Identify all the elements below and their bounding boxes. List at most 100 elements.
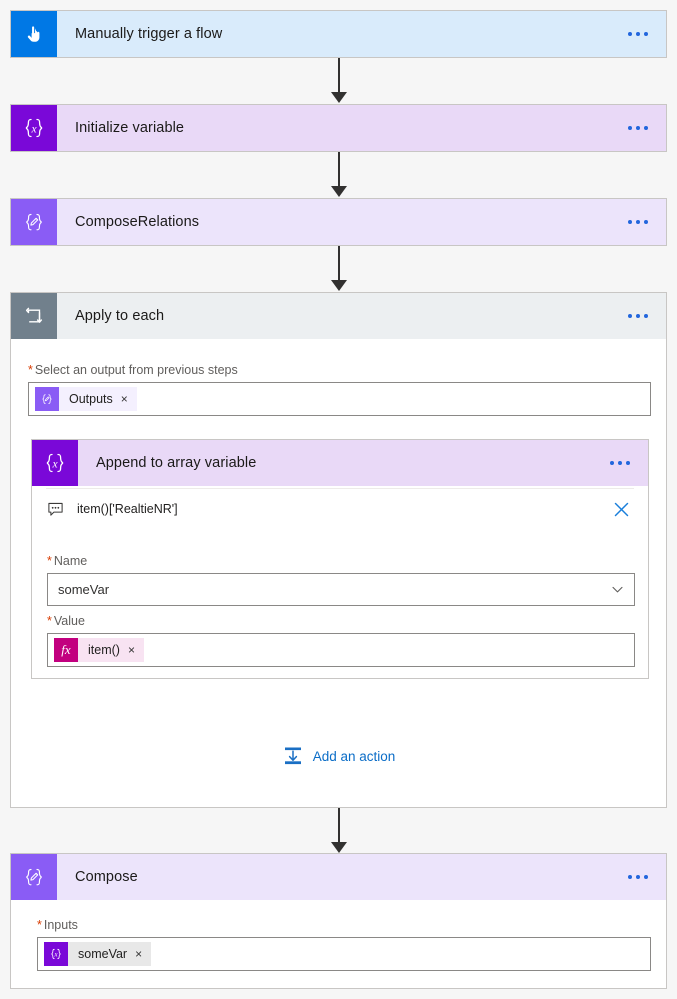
flow-designer-canvas: Manually trigger a flow x Initialize var…	[0, 0, 677, 999]
menu-dot	[644, 875, 648, 879]
token-somevar[interactable]: x someVar ×	[44, 942, 152, 966]
required-marker: *	[37, 918, 42, 932]
menu-dot	[610, 461, 614, 465]
flow-step-compose[interactable]: Compose * Inputs x someVar ×	[10, 853, 667, 989]
card-header[interactable]: Manually trigger a flow	[11, 11, 666, 57]
menu-dot	[636, 220, 640, 224]
token-label: Outputs	[69, 392, 113, 406]
menu-dot	[628, 126, 632, 130]
inputs-input[interactable]: x someVar ×	[37, 937, 651, 971]
value-field-label-text: Value	[53, 614, 85, 628]
step-menu-button[interactable]	[606, 455, 634, 471]
flow-step-compose-relations[interactable]: ComposeRelations	[10, 198, 667, 246]
step-title: ComposeRelations	[75, 214, 200, 230]
variable-braces-icon: x	[32, 440, 78, 486]
menu-dot	[644, 126, 648, 130]
menu-dot	[644, 314, 648, 318]
inputs-field-label-text: Inputs	[43, 918, 78, 932]
connector-line	[338, 152, 340, 188]
connector-arrowhead	[331, 280, 347, 291]
value-input[interactable]: fx item() ×	[47, 633, 635, 667]
connector-line	[338, 808, 340, 844]
required-marker: *	[47, 554, 52, 568]
step-menu-button[interactable]	[624, 308, 652, 324]
connector-arrowhead	[331, 186, 347, 197]
inputs-field-label: * Inputs	[37, 918, 651, 932]
fx-icon: fx	[54, 638, 78, 662]
menu-dot	[628, 32, 632, 36]
compose-pencil-icon	[35, 387, 59, 411]
card-header[interactable]: x Initialize variable	[11, 105, 666, 151]
step-title: Compose	[75, 869, 138, 885]
step-menu-button[interactable]	[624, 26, 652, 42]
card-header[interactable]: Compose	[11, 854, 666, 900]
value-field-group: * Value fx item() ×	[47, 614, 635, 667]
step-menu-button[interactable]	[624, 120, 652, 136]
connector-arrowhead	[331, 92, 347, 103]
token-body: item() ×	[78, 638, 144, 662]
select-output-label-text: Select an output from previous steps	[34, 363, 238, 377]
menu-dot	[636, 126, 640, 130]
menu-dot	[644, 32, 648, 36]
dynamic-expression-row[interactable]: item()['RealtieNR']	[46, 488, 634, 529]
token-item-expression[interactable]: fx item() ×	[54, 638, 144, 662]
flow-step-manual-trigger[interactable]: Manually trigger a flow	[10, 10, 667, 58]
inputs-field-group: * Inputs x someVar ×	[37, 918, 651, 971]
select-output-label: * Select an output from previous steps	[28, 363, 651, 377]
menu-dot	[636, 32, 640, 36]
menu-dot	[618, 461, 622, 465]
menu-dot	[644, 220, 648, 224]
loop-icon	[11, 293, 57, 339]
svg-text:x: x	[30, 123, 37, 135]
value-field-label: * Value	[47, 614, 635, 628]
step-title: Apply to each	[75, 308, 165, 324]
close-icon[interactable]	[610, 498, 632, 520]
svg-text:x: x	[53, 952, 57, 959]
select-output-input[interactable]: Outputs ×	[28, 382, 651, 416]
hand-tap-icon	[11, 11, 57, 57]
token-remove-button[interactable]: ×	[128, 638, 144, 662]
name-value: someVar	[58, 582, 110, 597]
token-remove-button[interactable]: ×	[135, 942, 151, 966]
token-body: someVar ×	[68, 942, 152, 966]
chevron-down-icon[interactable]	[610, 583, 624, 597]
menu-dot	[628, 875, 632, 879]
compose-pencil-icon	[11, 199, 57, 245]
token-label: someVar	[78, 947, 128, 961]
menu-dot	[628, 314, 632, 318]
comment-bubble-icon	[46, 500, 64, 518]
card-header[interactable]: x Append to array variable	[32, 440, 648, 486]
token-remove-button[interactable]: ×	[121, 387, 137, 411]
card-header[interactable]: ComposeRelations	[11, 199, 666, 245]
menu-dot	[636, 875, 640, 879]
add-action-button[interactable]: Add an action	[11, 745, 666, 767]
token-outputs[interactable]: Outputs ×	[35, 387, 137, 411]
flow-step-append-to-array-variable[interactable]: x Append to array variable item()['Realt…	[31, 439, 649, 679]
flow-step-initialize-variable[interactable]: x Initialize variable	[10, 104, 667, 152]
dynamic-expression-text: item()['RealtieNR']	[77, 502, 178, 516]
insert-action-icon	[282, 745, 304, 767]
connector-line	[338, 246, 340, 282]
token-label: item()	[88, 643, 120, 657]
step-title: Initialize variable	[75, 120, 185, 136]
required-marker: *	[47, 614, 52, 628]
step-title: Manually trigger a flow	[75, 26, 223, 42]
select-output-field-group: * Select an output from previous steps Ou…	[28, 363, 651, 416]
step-title: Append to array variable	[96, 455, 257, 471]
name-field-group: * Name someVar	[47, 554, 635, 606]
add-action-label: Add an action	[312, 748, 396, 764]
menu-dot	[636, 314, 640, 318]
name-field-label-text: Name	[53, 554, 88, 568]
svg-text:x: x	[51, 458, 58, 470]
flow-step-apply-to-each[interactable]: Apply to each * Select an output from pre…	[10, 292, 667, 808]
name-dropdown[interactable]: someVar	[47, 573, 635, 606]
menu-dot	[628, 220, 632, 224]
step-menu-button[interactable]	[624, 869, 652, 885]
variable-braces-icon: x	[11, 105, 57, 151]
compose-pencil-icon	[11, 854, 57, 900]
step-menu-button[interactable]	[624, 214, 652, 230]
connector-line	[338, 58, 340, 94]
card-header[interactable]: Apply to each	[11, 293, 666, 339]
connector-arrowhead	[331, 842, 347, 853]
variable-braces-icon: x	[44, 942, 68, 966]
